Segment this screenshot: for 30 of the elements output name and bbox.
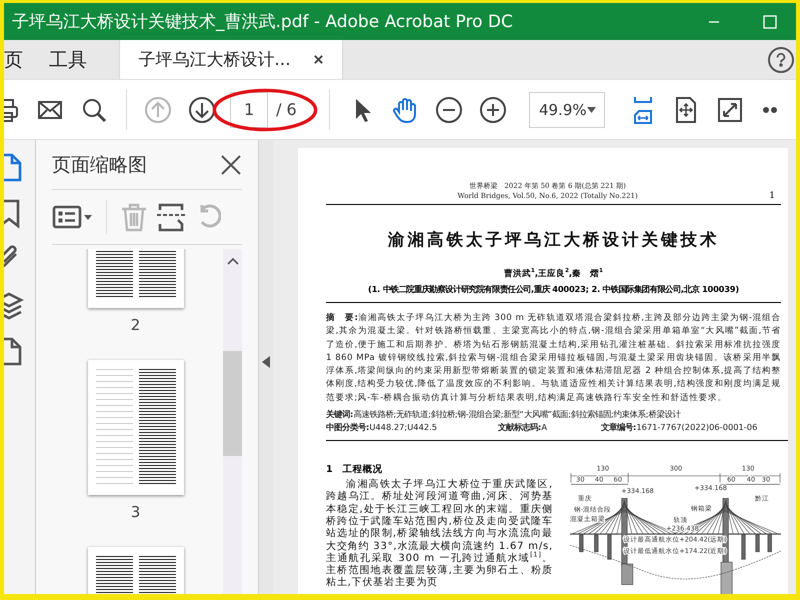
help-icon[interactable]: [768, 46, 794, 72]
classification-text: 文献标志码:A: [498, 420, 548, 434]
caret-icon: [586, 106, 596, 112]
body-paragraph: 渝湘高铁太子坪乌江大桥位于重庆武隆区,跨越乌江。桥址处河段河道弯曲,河床、河势基本稳定,处于长江三峡工程回水的末端。重庆侧桥跨位于武隆车站范围内,桥位及走向受武隆车站选址的限制,桥梁轴线法线方向与水流流向最大交角约 33°,水流最大横向流速约 1.67 m/s,主通航孔采取 300 m 一孔跨过通航水域$^{[1]}$。主桥范围地表覆盖层较薄,主要为卵石土、粉质粘土,下伏基岩主要为页: [326, 479, 553, 590]
close-icon[interactable]: [220, 154, 242, 176]
page-number: 1: [769, 191, 776, 201]
collapse-arrow-icon[interactable]: [262, 356, 270, 368]
panel-title: 页面缩略图: [52, 152, 147, 178]
page-label: 3: [130, 503, 140, 522]
classification-text: 文章编号:1671-7767(2022)06-0001-06: [601, 420, 758, 434]
keywords: 关键词:高速铁路桥;无砟轨道;斜拉桥;钢-混组合梁;新型“大风嘴”截面;斜拉索锚固;约束体系;桥梁设计: [326, 408, 682, 421]
up-caret-icon[interactable]: [226, 257, 238, 265]
classification-text: 中图分类号:U448.27;U442.5: [326, 420, 438, 434]
article-title: 渝湘高铁太子坪乌江大桥设计关键技术: [386, 229, 720, 251]
authors: 曹洪武$^{1}$,王应良$^{2}$,秦 熠$^{1}$: [503, 268, 604, 280]
section-heading: 1 工程概况: [326, 464, 384, 476]
scrollbar-thumb[interactable]: [223, 351, 242, 456]
window-title: 子坪乌江大桥设计关键技术_曹洪武.pdf - Adobe Acrobat Pro DC: [11, 11, 514, 33]
abstract: 摘 要:渝湘高铁太子坪乌江大桥为主跨 300 m 无砟轨道双塔混合梁斜拉桥,主跨及部分边跨主梁为钢-混组合梁,其余为混凝土梁。针对铁路桥恒载重、主梁宽高比小的特点,钢-混组合梁采用单箱单室“大风嘴”截面,节省了造价,便于施工和后期养护。桥塔为钻石形钢筋混凝土结构,采用钻孔灌注桩基础。斜拉索采用标准抗拉强度 1 860 MPa 镀锌钢绞线拉索,斜拉索与钢-混组合梁采用锚拉板锚固,与混凝土梁采用齿块锚固。该桥采用半飘浮体系,塔梁间纵向的约束采用新型带熔断装置的锁定装置和液体粘滞阻尼器 2 种组合控制体系,提高了结构整体刚度,结构受力较优,降低了温度效应的不利影响。与轨道适应性相关计算结果表明,结构强度和刚度均满足规范要求;风-车-桥耦合振动仿真计算与分析结果表明,结构满足高速铁路行车安全性和舒适性要求。: [326, 312, 781, 405]
page-label: 2: [130, 316, 140, 335]
affiliation: (1. 中铁二院重庆勘察设计研究院有限责任公司,重庆 400023; 2. 中铁国际集团有限公司,北京 100039): [326, 284, 781, 303]
tab[interactable]: 工具: [31, 40, 105, 79]
page-number-field[interactable]: 1: [230, 92, 268, 128]
page-thumbnail[interactable]: [88, 360, 184, 495]
zoom-dropdown[interactable]: 49.9%: [528, 92, 605, 128]
page-count: / 6: [276, 100, 297, 119]
tab[interactable]: 页: [4, 40, 31, 79]
tab[interactable]: 子坪乌江大桥设计...: [119, 40, 343, 79]
maximize-icon[interactable]: [760, 14, 776, 30]
scrollbar[interactable]: [223, 249, 242, 594]
